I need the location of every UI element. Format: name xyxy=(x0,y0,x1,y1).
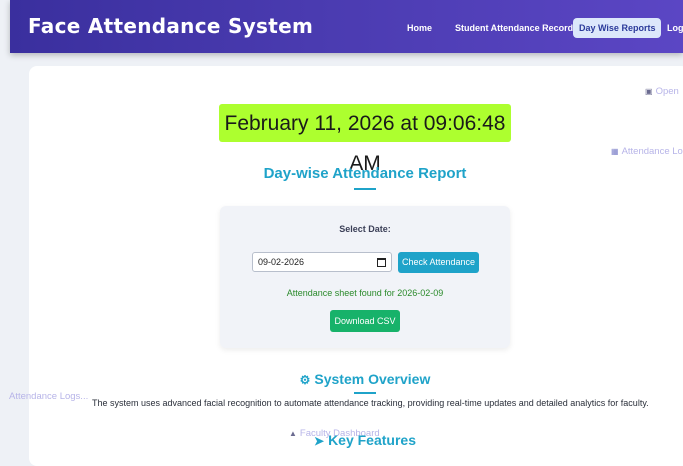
select-date-label: Select Date: xyxy=(339,224,391,234)
attendance-found-message: Attendance sheet found for 2026-02-09 xyxy=(286,288,444,298)
title-underline xyxy=(354,188,376,190)
date-value: 09-02-2026 xyxy=(258,257,305,267)
nav-logout[interactable]: Logout xyxy=(661,18,683,38)
gears-icon: ⚙ xyxy=(299,373,311,387)
camera-icon: ▣ xyxy=(645,87,653,96)
overview-underline xyxy=(354,392,376,394)
attendance-logs-link-left[interactable]: Attendance Logs... xyxy=(9,391,88,402)
nav-student-records[interactable]: Student Attendance Records xyxy=(449,18,584,38)
download-csv-button[interactable]: Download CSV xyxy=(330,310,400,332)
system-overview-text: The system uses advanced facial recognit… xyxy=(92,398,649,408)
chart-icon: ▦ xyxy=(611,147,619,156)
nav-home[interactable]: Home xyxy=(401,18,438,38)
date-input[interactable]: 09-02-2026 xyxy=(252,252,392,272)
nav-day-wise-reports[interactable]: Day Wise Reports xyxy=(573,18,662,38)
system-overview-title: ⚙ System Overview xyxy=(299,371,431,387)
app-title: Face Attendance System xyxy=(28,14,314,38)
attendance-logs-link-right[interactable]: ▦Attendance Logs xyxy=(611,146,683,157)
report-title: Day-wise Attendance Report xyxy=(263,165,467,182)
key-features-title: ➤ Key Features xyxy=(314,432,416,448)
current-datetime: February 11, 2026 at 09:06:48 AM xyxy=(219,104,511,175)
top-navbar: Face Attendance System Home Student Atte… xyxy=(10,0,683,53)
calendar-icon[interactable] xyxy=(377,258,386,267)
date-select-panel: Select Date: 09-02-2026 Check Attendance… xyxy=(220,206,510,348)
rocket-icon: ➤ xyxy=(314,434,325,448)
check-attendance-button[interactable]: Check Attendance xyxy=(398,252,479,273)
open-link[interactable]: ▣ Open xyxy=(645,86,679,97)
